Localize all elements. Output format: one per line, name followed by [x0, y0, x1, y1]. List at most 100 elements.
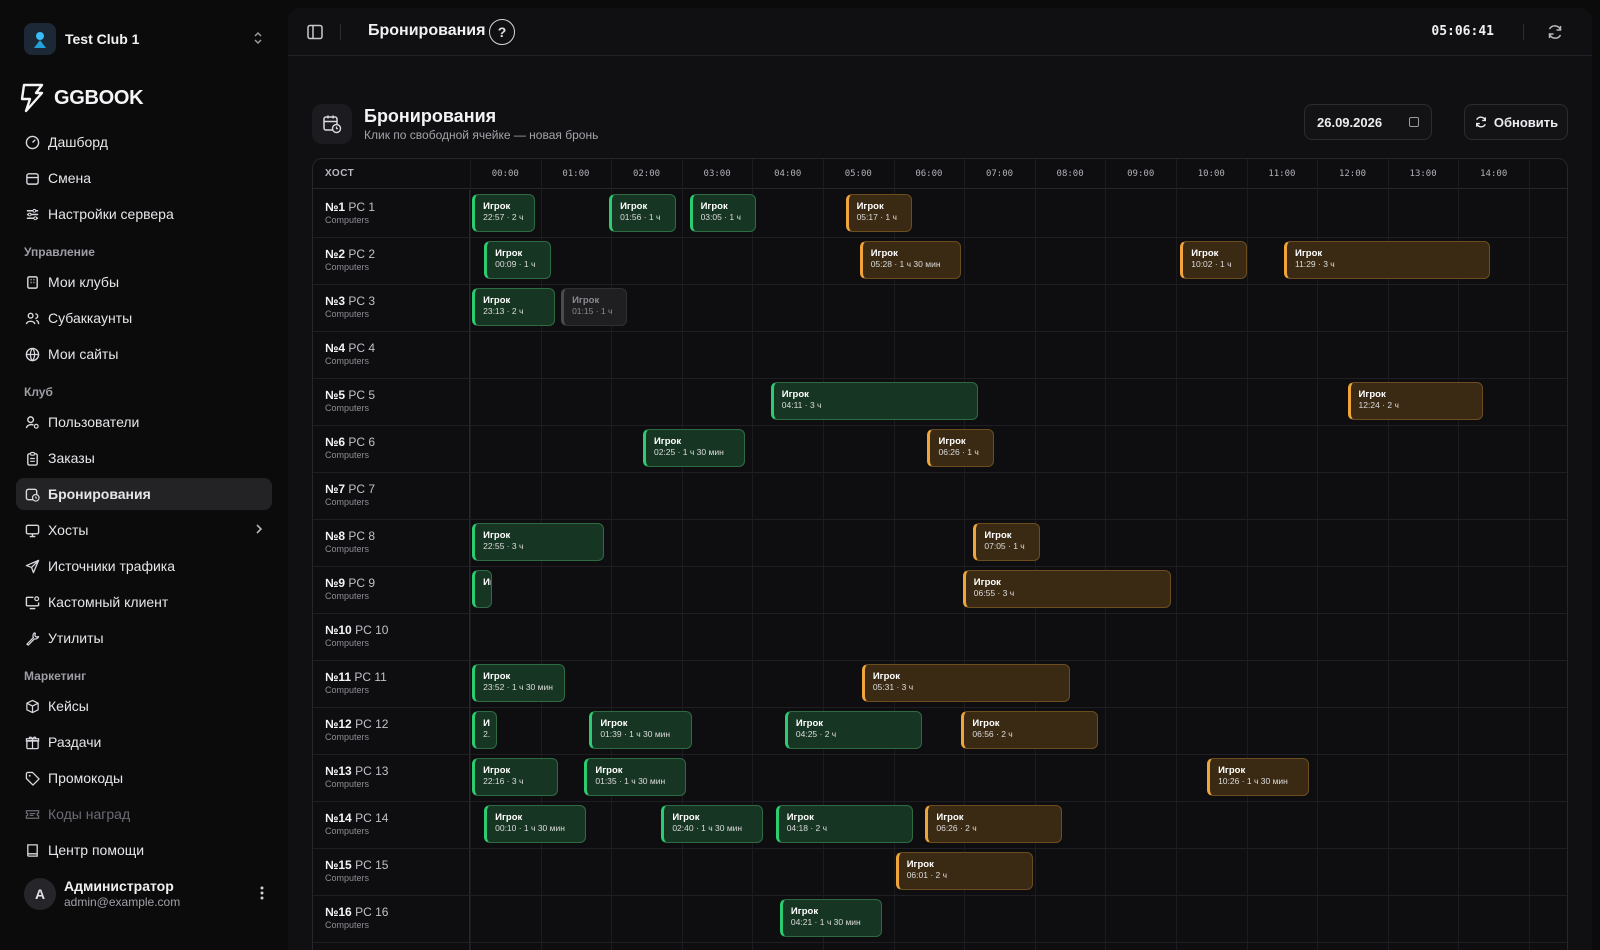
host-column-header: ХОСТ [325, 168, 355, 179]
booking-player: Игрок [870, 248, 898, 259]
refresh-icon[interactable] [1546, 23, 1564, 41]
booking-slot[interactable]: Игрок 00:09 · 1 ч [484, 241, 552, 279]
hour-label: 02:00 [632, 169, 661, 179]
nav-item-giveaways[interactable]: Раздачи [16, 726, 272, 758]
nav-item-reward-codes[interactable]: Коды наград [16, 798, 272, 830]
nav-item-shift[interactable]: Смена [16, 162, 272, 194]
refresh-icon [1475, 116, 1486, 128]
nav-item-cases[interactable]: Кейсы [16, 690, 272, 722]
host-row-label[interactable]: №13 PC 13 Computers [313, 754, 470, 801]
nav-item-dashboard[interactable]: Дашборд [16, 126, 272, 158]
booking-slot[interactable]: Игрок 00:10 · 1 ч 30 мин [484, 805, 587, 843]
booking-time: 02:25 · 1 ч 30 мин [653, 447, 724, 457]
host-row-label[interactable]: №12 PC 12 Computers [313, 707, 470, 754]
booking-slot[interactable]: Игрок 23:52 · 1 ч 30 мин [472, 664, 566, 702]
booking-slot[interactable]: Игрок 22:16 · 3 ч [472, 758, 559, 796]
host-row-label[interactable]: №14 PC 14 Computers [313, 801, 470, 848]
booking-slot[interactable]: Игрок 01:56 · 1 ч [609, 194, 677, 232]
booking-slot[interactable]: Игрок 05:28 · 1 ч 30 мин [859, 241, 962, 279]
nav-item-subaccounts[interactable]: Субаккаунты [16, 302, 272, 334]
booking-slot[interactable]: Игрок 10:02 · 1 ч [1180, 241, 1247, 279]
booking-slot[interactable]: Игрок 06:01 · 2 ч [895, 852, 1033, 890]
booking-slot[interactable]: Игрок 05:31 · 3 ч [861, 664, 1071, 702]
booking-slot[interactable]: Игрок 02:25 · 1 ч 30 мин [642, 429, 746, 467]
nav-item-utils[interactable]: Утилиты [16, 622, 272, 654]
booking-slot[interactable]: Игрок 23:13 · 2 ч [472, 288, 556, 326]
brand-logo[interactable]: GGBOOK [20, 83, 144, 113]
nav-item-orders[interactable]: Заказы [16, 442, 272, 474]
nav-item-bookings[interactable]: Бронирования [16, 478, 272, 510]
nav-item-server-settings[interactable]: Настройки сервера [16, 198, 272, 230]
nav-item-my-sites[interactable]: Мои сайты [16, 338, 272, 370]
booking-slot[interactable]: Игрок 22:55 · 3 ч [472, 523, 605, 561]
host-name: №15 PC 15 [325, 858, 389, 872]
booking-slot[interactable]: Игрок 06:55 · 3 ч [962, 570, 1172, 608]
date-picker[interactable]: 26.09.2026 [1304, 104, 1432, 140]
booking-slot[interactable]: Игрок 01:15 · 1 ч [561, 288, 628, 326]
booking-time: 01:15 · 1 ч [572, 306, 613, 316]
booking-slot[interactable]: Игрок 22:57 · 2 ч [472, 194, 535, 232]
more-vertical-icon[interactable] [260, 886, 264, 903]
nav-item-promocodes[interactable]: Промокоды [16, 762, 272, 794]
booking-time: 01:35 · 1 ч 30 мин [595, 776, 666, 786]
nav-label: Коды наград [48, 806, 131, 822]
user-profile[interactable]: A Администратор admin@example.com [16, 870, 272, 918]
nav-item-users[interactable]: Пользователи [16, 406, 272, 438]
host-row-label[interactable]: №4 PC 4 Computers [313, 331, 470, 378]
booking-slot[interactable]: Игрок 06:26 · 1 ч [927, 429, 994, 467]
booking-slot[interactable]: Игрок 03:05 · 1 ч [689, 194, 756, 232]
booking-slot[interactable]: И 2. [472, 711, 497, 749]
booking-slot[interactable]: Игрок 10:26 · 1 ч 30 мин [1207, 758, 1309, 796]
nav-item-help-center[interactable]: Центр помощи [16, 834, 272, 866]
nav-item-my-clubs[interactable]: Мои клубы [16, 266, 272, 298]
booking-slot[interactable]: Игрок 07:05 · 1 ч [973, 523, 1041, 561]
booking-player: Игрок [872, 671, 900, 682]
booking-slot[interactable]: Игрок 12:24 · 2 ч [1347, 382, 1484, 420]
booking-slot[interactable]: Игрок 01:35 · 1 ч 30 мин [584, 758, 687, 796]
hour-label: 11:00 [1268, 169, 1296, 179]
club-switcher[interactable]: Test Club 1 [16, 16, 272, 62]
refresh-button[interactable]: Обновить [1464, 104, 1568, 140]
host-row-label[interactable]: №16 PC 16 Computers [313, 895, 470, 942]
nav-item-hosts[interactable]: Хосты [16, 514, 272, 546]
hour-gridline [470, 159, 471, 950]
host-row-label[interactable]: №1 PC 1 Computers [313, 190, 470, 237]
host-row-label[interactable]: №15 PC 15 Computers [313, 848, 470, 895]
booking-slot[interactable]: Игрок 05:17 · 1 ч [845, 194, 912, 232]
help-icon[interactable]: ? [489, 19, 515, 45]
host-row-label[interactable]: №5 PC 5 Computers [313, 378, 470, 425]
host-row-label[interactable]: №6 PC 6 Computers [313, 425, 470, 472]
booking-slot[interactable]: Игрок 11:29 · 3 ч [1284, 241, 1491, 279]
booking-player: Игрок [795, 718, 824, 729]
host-name: №4 PC 4 [325, 341, 376, 355]
host-row-label[interactable]: №11 PC 11 Computers [313, 660, 470, 707]
booking-slot[interactable]: Игрок 02:40 · 1 ч 30 мин [661, 805, 763, 843]
nav-label: Утилиты [48, 630, 104, 646]
booking-slot[interactable]: Игрок 04:21 · 1 ч 30 мин [779, 899, 883, 937]
booking-slot[interactable]: Игрок 04:11 · 3 ч [770, 382, 979, 420]
booking-player: Игрок [700, 201, 728, 212]
nav-label: Раздачи [48, 734, 102, 750]
booking-slot[interactable]: Игрок [472, 570, 493, 608]
booking-slot[interactable]: Игрок 04:25 · 2 ч [784, 711, 922, 749]
booking-player: Игрок [483, 201, 511, 212]
host-row-label[interactable]: №10 PC 10 Computers [313, 613, 470, 660]
booking-slot[interactable]: Игрок 06:56 · 2 ч [961, 711, 1099, 749]
nav-item-custom-client[interactable]: Кастомный клиент [16, 586, 272, 618]
host-row-label[interactable]: №8 PC 8 Computers [313, 519, 470, 566]
timeline[interactable]: Игрок 22:57 · 2 ч Игрок 01:56 · 1 ч Игрок 03:… [313, 159, 1567, 950]
booking-slot[interactable]: Игрок 04:18 · 2 ч [775, 805, 913, 843]
host-type: Computers [325, 685, 370, 695]
host-type: Computers [325, 873, 370, 883]
booking-player: Игрок [790, 906, 819, 917]
booking-slot[interactable]: Игрок 06:26 · 2 ч [925, 805, 1063, 843]
host-row-label[interactable]: №3 PC 3 Computers [313, 284, 470, 331]
booking-slot[interactable]: Игрок 01:39 · 1 ч 30 мин [589, 711, 692, 749]
booking-player: Игрок [672, 812, 700, 823]
host-row-label[interactable]: №7 PC 7 Computers [313, 472, 470, 519]
host-row-label[interactable]: №9 PC 9 Computers [313, 566, 470, 613]
host-name: №7 PC 7 [325, 482, 376, 496]
sidebar-toggle-icon[interactable] [306, 23, 324, 41]
nav-item-traffic-sources[interactable]: Источники трафика [16, 550, 272, 582]
host-row-label[interactable]: №2 PC 2 Computers [313, 237, 470, 284]
